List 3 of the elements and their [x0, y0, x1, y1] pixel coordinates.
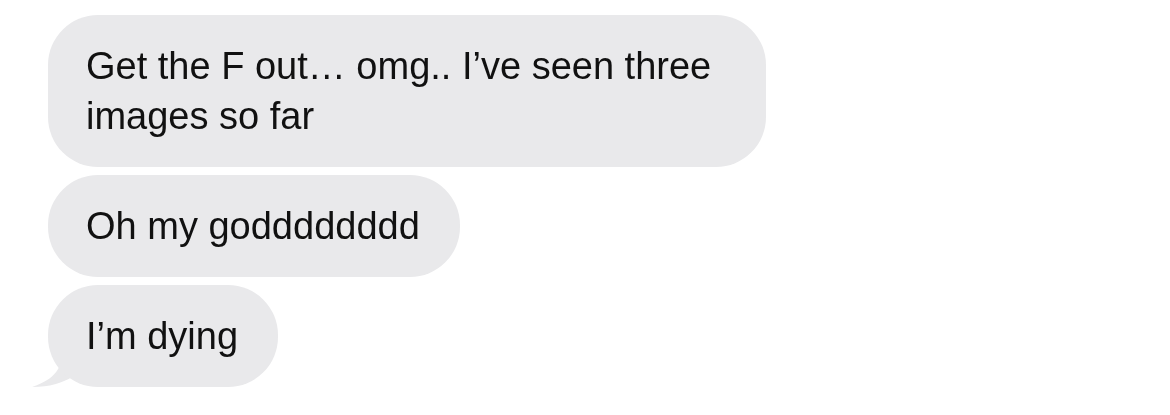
- message-bubble: I’m dying: [48, 285, 279, 387]
- message-bubble: Get the F out… omg.. I’ve seen three images so far: [48, 15, 766, 167]
- message-bubble: Oh my godddddddd: [48, 175, 460, 277]
